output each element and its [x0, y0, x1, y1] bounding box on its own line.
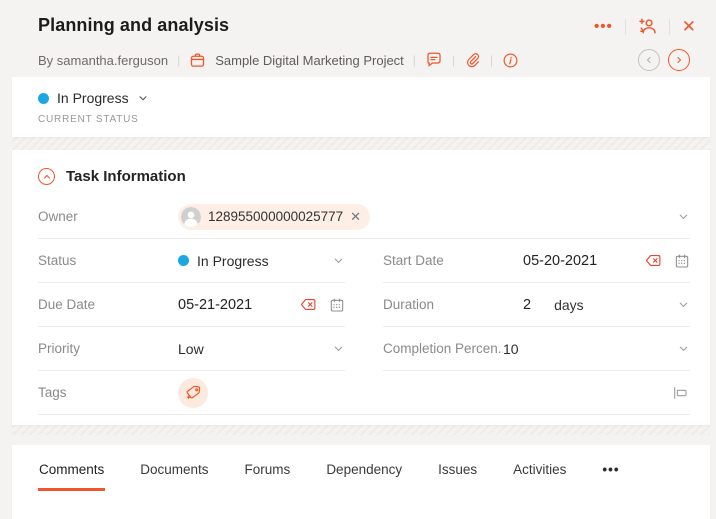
priority-field: Priority Low [38, 327, 345, 371]
due-date-field: Due Date 05-21-2021 [38, 283, 345, 327]
duration-field: Duration 2 days [383, 283, 690, 327]
owner-label: Owner [38, 209, 78, 224]
start-date-field: Start Date 05-20-2021 [383, 239, 690, 283]
completion-label: Completion Percen... [383, 341, 503, 356]
project-name[interactable]: Sample Digital Marketing Project [215, 53, 404, 68]
section-title: Task Information [66, 168, 186, 185]
priority-label: Priority [38, 341, 81, 356]
tab-activities[interactable]: Activities [512, 445, 567, 491]
completion-value-dropdown[interactable]: 10 [503, 341, 690, 357]
divider [624, 18, 626, 35]
chevron-down-icon[interactable] [332, 342, 345, 355]
due-date-value[interactable]: 05-21-2021 [178, 297, 345, 313]
card-gap [12, 425, 710, 435]
divider: | [451, 53, 456, 67]
duration-value-dropdown[interactable]: 2 days [523, 297, 690, 313]
project-icon [189, 52, 206, 69]
status-value: In Progress [57, 90, 129, 106]
status-value-dropdown[interactable]: In Progress [178, 253, 345, 269]
next-task-button[interactable] [668, 49, 690, 71]
tabs-bar: Comments Documents Forums Dependency Iss… [12, 445, 710, 519]
more-actions-button[interactable]: ••• [594, 19, 613, 34]
chevron-down-icon[interactable] [677, 342, 690, 355]
owner-id: 128955000000025777 [208, 209, 344, 224]
clear-date-icon[interactable] [645, 253, 662, 268]
due-date-label: Due Date [38, 297, 96, 312]
card-gap [12, 137, 710, 150]
status-dot [178, 255, 189, 266]
page-title: Planning and analysis [38, 15, 230, 35]
divider: | [412, 53, 416, 67]
tab-dependency[interactable]: Dependency [325, 445, 403, 491]
header: Planning and analysis ••• ✕ By samantha.… [0, 0, 716, 71]
owner-chip: 128955000000025777 ✕ [178, 203, 371, 230]
avatar [181, 206, 201, 227]
tags-field: Tags [38, 371, 690, 415]
task-form: Owner 128955000000025777 ✕ Status In Pro… [38, 195, 690, 415]
task-information-card: Task Information Owner 12895500000002577… [12, 150, 710, 425]
duration-unit: days [554, 296, 584, 313]
divider [668, 18, 670, 35]
tab-issues[interactable]: Issues [437, 445, 478, 491]
status-dot [38, 92, 49, 104]
status-field-value: In Progress [197, 252, 269, 269]
owner-field: Owner 128955000000025777 ✕ [38, 195, 690, 239]
priority-value-dropdown[interactable]: Low [178, 341, 345, 357]
status-label: Status [38, 253, 77, 268]
previous-task-button[interactable] [638, 49, 660, 71]
tab-comments[interactable]: Comments [38, 445, 106, 491]
current-status-card: In Progress CURRENT STATUS [12, 77, 710, 137]
attachment-icon[interactable] [464, 52, 481, 69]
comment-icon[interactable] [425, 51, 443, 69]
info-icon[interactable] [502, 52, 519, 69]
author-text: By samantha.ferguson [38, 52, 169, 68]
copy-icon[interactable] [672, 386, 688, 400]
clear-date-icon[interactable] [300, 297, 317, 312]
status-field: Status In Progress [38, 239, 345, 283]
start-date-label: Start Date [383, 253, 444, 268]
owner-value[interactable]: 128955000000025777 ✕ [178, 203, 690, 230]
byline: By samantha.ferguson | Sample Digital Ma… [38, 49, 696, 71]
collapse-section-icon[interactable] [38, 168, 55, 185]
current-status-label: CURRENT STATUS [38, 114, 139, 125]
calendar-icon[interactable] [674, 253, 690, 269]
duration-label: Duration [383, 297, 435, 312]
duration-number: 2 [523, 296, 532, 313]
tags-label: Tags [38, 385, 67, 400]
tags-value [178, 377, 690, 408]
remove-owner-icon[interactable]: ✕ [350, 210, 361, 223]
add-follower-icon[interactable] [638, 17, 657, 36]
divider: | [177, 53, 181, 67]
tab-documents[interactable]: Documents [139, 445, 209, 491]
chevron-down-icon[interactable] [677, 298, 690, 311]
calendar-icon[interactable] [329, 297, 345, 313]
add-tag-icon[interactable] [178, 377, 208, 408]
tab-forums[interactable]: Forums [244, 445, 292, 491]
completion-field: Completion Percen... 10 [383, 327, 690, 371]
start-date-value[interactable]: 05-20-2021 [523, 253, 690, 269]
chevron-down-icon[interactable] [332, 254, 345, 267]
divider: | [490, 53, 494, 67]
status-dropdown[interactable]: In Progress [38, 90, 149, 106]
tabs-more-icon[interactable]: ••• [601, 445, 620, 491]
close-icon[interactable]: ✕ [682, 18, 696, 35]
chevron-down-icon[interactable] [677, 210, 690, 223]
task-detail-panel: Planning and analysis ••• ✕ By samantha.… [0, 0, 716, 519]
chevron-down-icon [137, 92, 149, 104]
